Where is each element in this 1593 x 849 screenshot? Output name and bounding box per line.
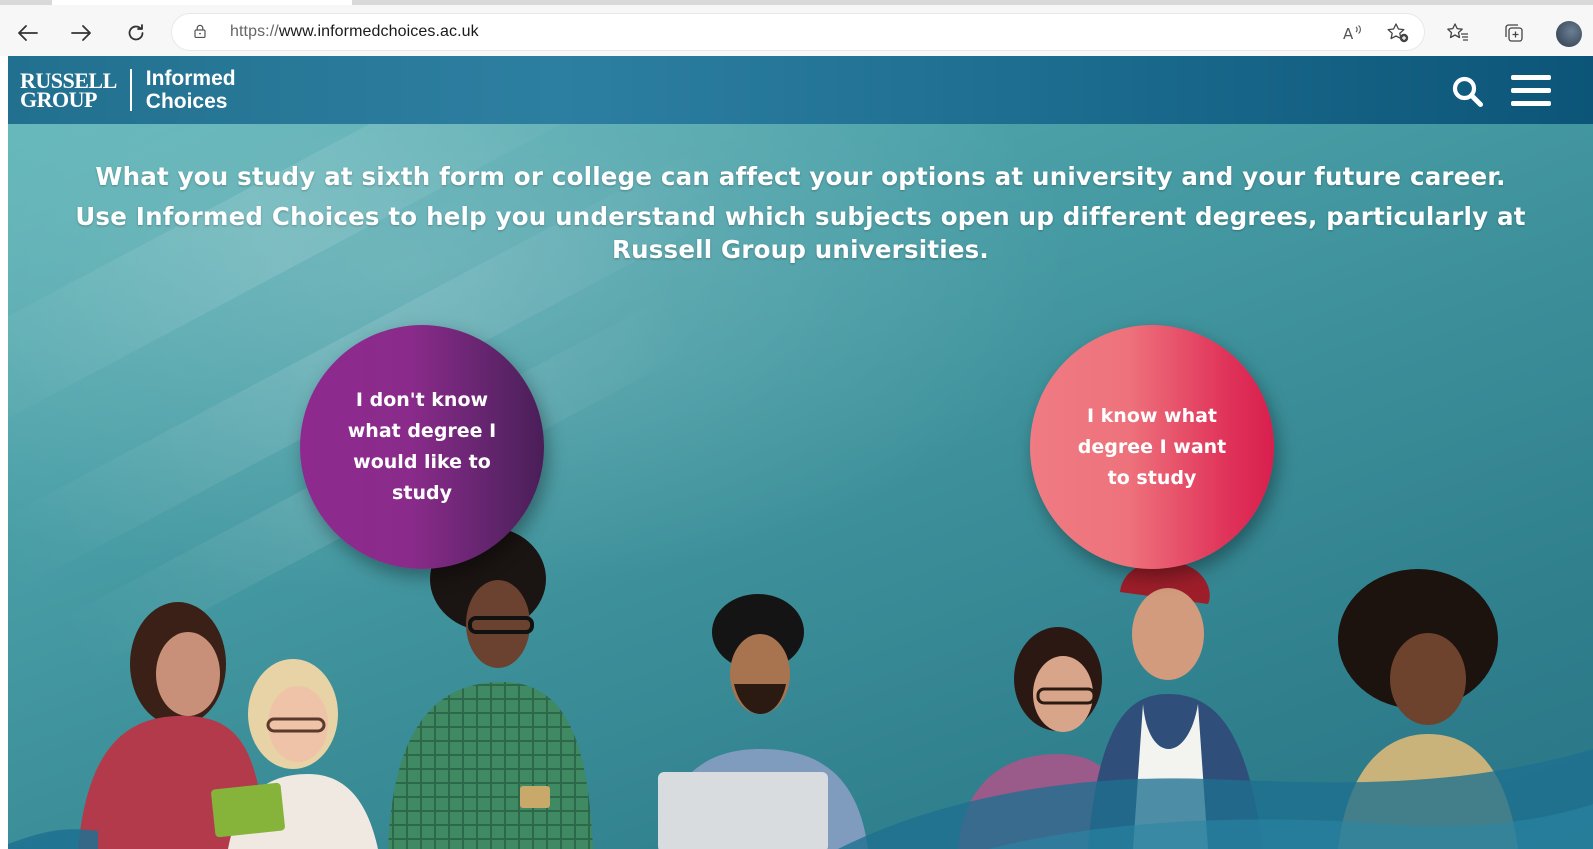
forward-arrow-icon[interactable] [67, 19, 95, 47]
browser-toolbar: https://www.informedchoices.ac.uk A [0, 0, 1593, 56]
address-bar[interactable]: https://www.informedchoices.ac.uk [172, 14, 1424, 50]
site-header: RUSSELL GROUP Informed Choices [8, 56, 1593, 124]
active-tab-indicator [52, 0, 352, 5]
favorites-icon[interactable] [1444, 19, 1472, 47]
russell-group-informed-choices-logo[interactable]: RUSSELL GROUP Informed Choices [20, 67, 236, 113]
lock-icon[interactable] [194, 24, 206, 38]
unsure-degree-label: I don't know what degree I would like to… [347, 389, 497, 504]
unsure-degree-button[interactable]: I don't know what degree I would like to… [300, 325, 544, 569]
back-arrow-icon[interactable] [14, 19, 42, 47]
know-degree-button[interactable]: I know what degree I want to study [1030, 325, 1274, 569]
brand-line-informed: Informed [145, 67, 236, 90]
svg-text:A: A [1343, 25, 1354, 42]
brand-line-choices: Choices [145, 90, 228, 113]
informed-choices-wordmark: Informed Choices [146, 67, 236, 113]
collections-icon[interactable] [1500, 19, 1528, 47]
add-favorite-icon[interactable] [1384, 19, 1412, 47]
search-icon[interactable] [1450, 74, 1486, 110]
read-aloud-icon[interactable]: A [1339, 19, 1367, 47]
url-text[interactable]: https://www.informedchoices.ac.uk [230, 23, 479, 41]
decorative-wave [8, 749, 1593, 849]
hero-intro: What you study at sixth form or college … [8, 160, 1593, 266]
url-protocol: https:// [230, 23, 279, 40]
logo-divider [129, 69, 132, 111]
hero-line-1: What you study at sixth form or college … [95, 162, 1506, 191]
profile-avatar[interactable] [1556, 21, 1582, 47]
refresh-icon[interactable] [122, 19, 150, 47]
hero-section: What you study at sixth form or college … [8, 124, 1593, 849]
url-host: www.informedchoices.ac.uk [278, 23, 479, 40]
hamburger-menu-icon[interactable] [1511, 75, 1551, 107]
russell-group-wordmark: RUSSELL GROUP [20, 70, 117, 111]
hero-line-2: Use Informed Choices to help you underst… [75, 202, 1526, 264]
know-degree-label: I know what degree I want to study [1077, 404, 1227, 489]
